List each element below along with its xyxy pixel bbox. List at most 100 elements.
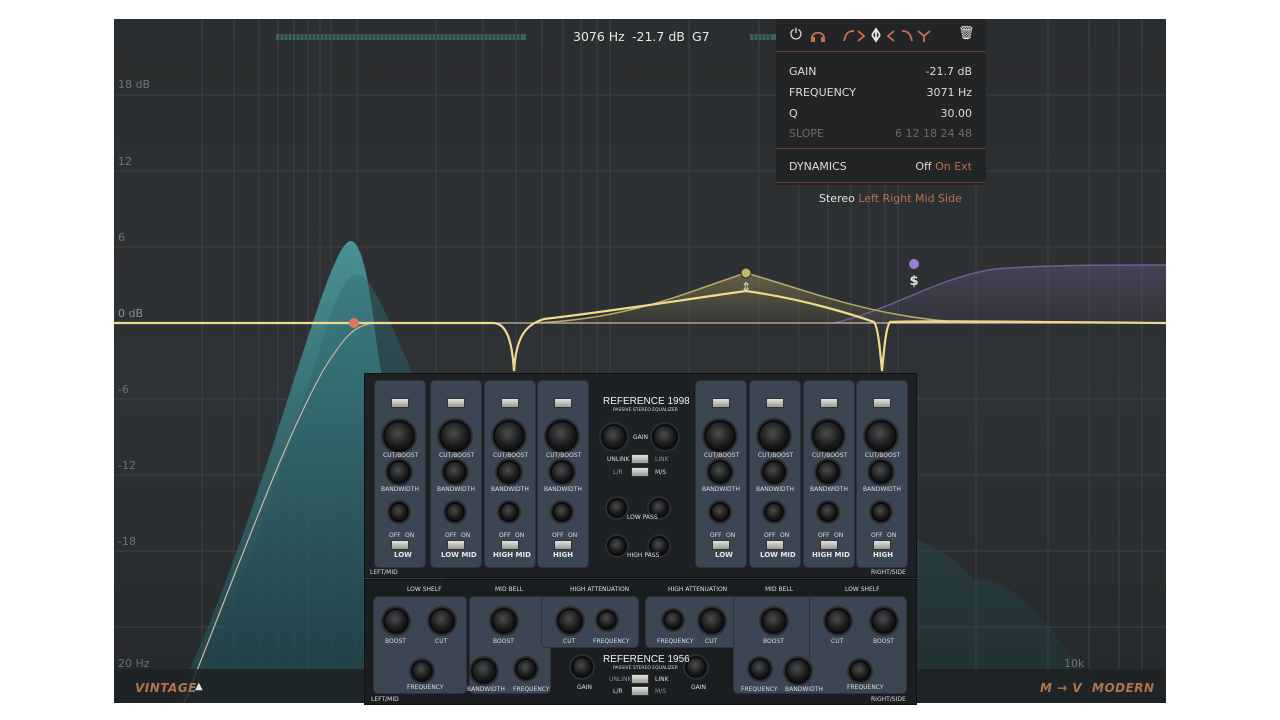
ref98-frequency-knob[interactable]: [389, 502, 409, 522]
ref56-gain-knob-left[interactable]: [571, 656, 593, 678]
stereo-option-left[interactable]: Left: [858, 192, 879, 205]
ref98-bandwidth-knob[interactable]: [497, 460, 521, 484]
slope-option-48[interactable]: 48: [958, 127, 972, 140]
dynamics-on[interactable]: On: [935, 160, 951, 173]
ref98-frequency-knob[interactable]: [445, 502, 465, 522]
gain-value[interactable]: -21.7 dB: [926, 65, 973, 78]
ref56-frequency-knob[interactable]: [849, 660, 871, 682]
filter-type-selector[interactable]: [842, 27, 950, 43]
ref98-band-type-switch[interactable]: [766, 398, 784, 408]
ref98-band-type-switch[interactable]: [712, 398, 730, 408]
ref98-bandwidth-knob[interactable]: [869, 460, 893, 484]
ref56-boost-knob[interactable]: [871, 608, 897, 634]
ref98-band-type-switch[interactable]: [554, 398, 572, 408]
vintage-mode-button[interactable]: VINTAGE: [135, 681, 197, 695]
ref98-band-on-switch[interactable]: [873, 540, 891, 550]
ref98-frequency-knob[interactable]: [710, 502, 730, 522]
ref56-frequency-knob[interactable]: [411, 660, 433, 682]
slope-option-6[interactable]: 6: [895, 127, 902, 140]
ref98-on-label: ON: [834, 532, 844, 539]
ref98-band-on-switch[interactable]: [554, 540, 572, 550]
ref98-off-label: OFF: [445, 532, 457, 539]
ref98-bandwidth-knob[interactable]: [387, 460, 411, 484]
ref98-band-on-switch[interactable]: [820, 540, 838, 550]
ref98-cut-boost-knob[interactable]: [704, 420, 736, 452]
ref56-cut-knob[interactable]: [557, 608, 583, 634]
ref98-cut-boost-knob[interactable]: [812, 420, 844, 452]
stereo-option-right[interactable]: Right: [883, 192, 912, 205]
ref98-frequency-knob[interactable]: [764, 502, 784, 522]
ref98-band-type-switch[interactable]: [447, 398, 465, 408]
ref98-band-on-switch[interactable]: [391, 540, 409, 550]
dynamics-ext[interactable]: Ext: [954, 160, 972, 173]
ref98-bandwidth-knob[interactable]: [550, 460, 574, 484]
headphones-icon[interactable]: [810, 27, 826, 43]
ref56-frequency-knob[interactable]: [597, 610, 617, 630]
ref98-band-type-switch[interactable]: [391, 398, 409, 408]
readout-note: G7: [692, 29, 710, 44]
stereo-option-mid[interactable]: Mid: [915, 192, 935, 205]
ref98-band-type-switch[interactable]: [820, 398, 838, 408]
ref98-cut-boost-knob[interactable]: [383, 420, 415, 452]
ref98-band-type-switch[interactable]: [501, 398, 519, 408]
ref98-bandwidth-knob[interactable]: [443, 460, 467, 484]
ref98-gain-knob-left[interactable]: [601, 424, 627, 450]
ref98-link-switch[interactable]: [631, 454, 649, 464]
ref98-cut-boost-knob[interactable]: [865, 420, 897, 452]
ref56-stereo-mode-switch[interactable]: [631, 686, 649, 696]
ref56-link-switch[interactable]: [631, 674, 649, 684]
slope-option-24[interactable]: 24: [941, 127, 955, 140]
ref98-band-on-switch[interactable]: [447, 540, 465, 550]
ref56-boost-knob[interactable]: [761, 608, 787, 634]
ref98-gain-knob-right[interactable]: [652, 424, 678, 450]
ref98-frequency-knob[interactable]: [499, 502, 519, 522]
ref98-band-type-switch[interactable]: [873, 398, 891, 408]
stereo-option-stereo[interactable]: Stereo: [819, 192, 855, 205]
dynamics-off[interactable]: Off: [915, 160, 931, 173]
ref98-bandwidth-knob[interactable]: [708, 460, 732, 484]
ref98-frequency-knob[interactable]: [818, 502, 838, 522]
band1-node[interactable]: [349, 318, 359, 328]
ref98-on-label: ON: [726, 532, 736, 539]
ref56-frequency-knob[interactable]: [515, 658, 537, 680]
trash-icon[interactable]: 🗑: [958, 26, 975, 42]
match-to-vintage-button[interactable]: M → V: [1040, 681, 1082, 695]
band2-node[interactable]: [740, 267, 752, 279]
ref56-cut-knob[interactable]: [825, 608, 851, 634]
q-row[interactable]: Q 30.00: [789, 107, 972, 120]
q-value[interactable]: 30.00: [941, 107, 973, 120]
ref56-cut-knob[interactable]: [429, 608, 455, 634]
ref56-bandwidth-knob[interactable]: [785, 658, 811, 684]
ref98-band-on-switch[interactable]: [501, 540, 519, 550]
ref56-cut-knob[interactable]: [699, 608, 725, 634]
stereo-option-side[interactable]: Side: [938, 192, 962, 205]
ref98-band-on-switch[interactable]: [766, 540, 784, 550]
ref98-frequency-knob[interactable]: [871, 502, 891, 522]
slope-option-12[interactable]: 12: [906, 127, 920, 140]
ref98-bandwidth-knob[interactable]: [816, 460, 840, 484]
slope-option-18[interactable]: 18: [923, 127, 937, 140]
power-icon[interactable]: ⏻: [790, 26, 802, 42]
ref56-boost-knob[interactable]: [383, 608, 409, 634]
ref56-boost-knob[interactable]: [491, 608, 517, 634]
ref56-frequency-knob[interactable]: [749, 658, 771, 680]
ref98-band-on-switch[interactable]: [712, 540, 730, 550]
band3-node[interactable]: [909, 259, 919, 269]
ref98-cut-boost-knob[interactable]: [439, 420, 471, 452]
ref56-bandwidth-knob[interactable]: [471, 658, 497, 684]
ref98-bandwidth-knob[interactable]: [762, 460, 786, 484]
frequency-value[interactable]: 3071 Hz: [926, 86, 972, 99]
ref98-stereo-mode-switch[interactable]: [631, 467, 649, 477]
ref98-low-pass-knob-left[interactable]: [607, 498, 627, 518]
ref98-frequency-knob[interactable]: [552, 502, 572, 522]
ref56-frequency-label: FREQUENCY: [513, 686, 550, 693]
ref98-cut-boost-knob[interactable]: [758, 420, 790, 452]
ref98-cut-boost-knob[interactable]: [493, 420, 525, 452]
vintage-menu-arrow-icon[interactable]: ▲: [195, 681, 203, 692]
ref56-frequency-knob[interactable]: [663, 610, 683, 630]
frequency-row[interactable]: FREQUENCY 3071 Hz: [789, 86, 972, 99]
gain-row[interactable]: GAIN -21.7 dB: [789, 65, 972, 78]
ref98-cut-boost-knob[interactable]: [546, 420, 578, 452]
ref98-high-pass-knob-left[interactable]: [607, 536, 627, 556]
modern-mode-button[interactable]: MODERN: [1092, 681, 1155, 695]
